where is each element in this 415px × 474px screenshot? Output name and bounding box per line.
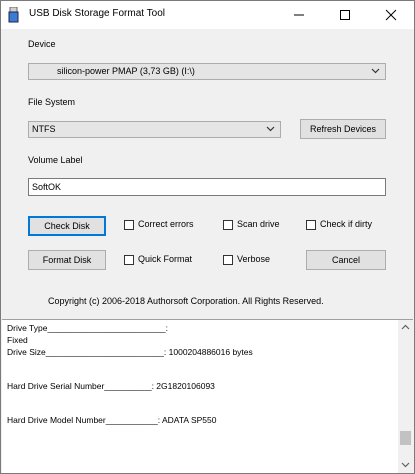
- chevron-down-icon: [371, 68, 380, 74]
- window-title: USB Disk Storage Format Tool: [29, 8, 165, 19]
- chevron-down-icon: [266, 126, 275, 132]
- correct-errors-label: Correct errors: [138, 219, 194, 229]
- title-bar[interactable]: USB Disk Storage Format Tool: [1, 1, 414, 29]
- verbose-checkbox[interactable]: Verbose: [223, 254, 283, 268]
- refresh-devices-button[interactable]: Refresh Devices: [300, 119, 386, 139]
- maximize-icon: [340, 10, 350, 20]
- info-line-drive-type-value: Fixed: [7, 335, 28, 345]
- minimize-icon: [294, 14, 304, 16]
- info-line-drive-size: Drive Size_________________________: 100…: [7, 347, 253, 357]
- correct-errors-checkbox[interactable]: Correct errors: [124, 219, 214, 233]
- close-icon: [385, 9, 397, 21]
- quick-format-checkbox[interactable]: Quick Format: [124, 254, 214, 268]
- close-button[interactable]: [368, 1, 414, 29]
- maximize-button[interactable]: [322, 1, 368, 29]
- vertical-scrollbar[interactable]: [398, 320, 413, 473]
- format-disk-button[interactable]: Format Disk: [28, 250, 106, 270]
- checkbox-box[interactable]: [223, 255, 233, 265]
- scan-drive-checkbox[interactable]: Scan drive: [223, 219, 293, 233]
- app-window: USB Disk Storage Format Tool Device sili…: [0, 0, 415, 474]
- volume-label-input[interactable]: SoftOK: [28, 178, 386, 196]
- checkbox-box[interactable]: [124, 220, 134, 230]
- checkbox-box[interactable]: [223, 220, 233, 230]
- info-line-model-number: Hard Drive Model Number___________: ADAT…: [7, 415, 217, 425]
- quick-format-label: Quick Format: [138, 254, 193, 264]
- scroll-down-arrow-icon[interactable]: [401, 462, 410, 468]
- info-line-serial-number: Hard Drive Serial Number__________: 2G18…: [7, 381, 215, 391]
- check-if-dirty-checkbox[interactable]: Check if dirty: [306, 219, 381, 233]
- cancel-button[interactable]: Cancel: [306, 250, 386, 270]
- drive-info-panel[interactable]: Drive Type_________________________: Fix…: [2, 319, 413, 473]
- device-label: Device: [28, 39, 56, 49]
- usb-drive-icon: [8, 7, 19, 23]
- copyright-text: Copyright (c) 2006-2018 Authorsoft Corpo…: [48, 296, 324, 306]
- check-if-dirty-label: Check if dirty: [320, 219, 373, 229]
- volume-label-label: Volume Label: [28, 155, 83, 165]
- scroll-up-arrow-icon[interactable]: [401, 324, 410, 330]
- volume-label-value: SoftOK: [32, 182, 62, 192]
- info-line-drive-type: Drive Type_________________________:: [7, 323, 169, 333]
- minimize-button[interactable]: [276, 1, 322, 29]
- verbose-label: Verbose: [237, 254, 271, 264]
- scan-drive-label: Scan drive: [237, 219, 280, 229]
- file-system-label: File System: [28, 97, 76, 107]
- checkbox-box[interactable]: [306, 220, 316, 230]
- file-system-select[interactable]: NTFS: [28, 121, 281, 138]
- device-selected-value: silicon-power PMAP (3,73 GB) (I:\): [57, 66, 195, 76]
- file-system-selected-value: NTFS: [32, 124, 56, 134]
- check-disk-button[interactable]: Check Disk: [28, 216, 106, 236]
- scrollbar-thumb[interactable]: [400, 431, 411, 445]
- device-select[interactable]: silicon-power PMAP (3,73 GB) (I:\): [28, 63, 386, 80]
- checkbox-box[interactable]: [124, 255, 134, 265]
